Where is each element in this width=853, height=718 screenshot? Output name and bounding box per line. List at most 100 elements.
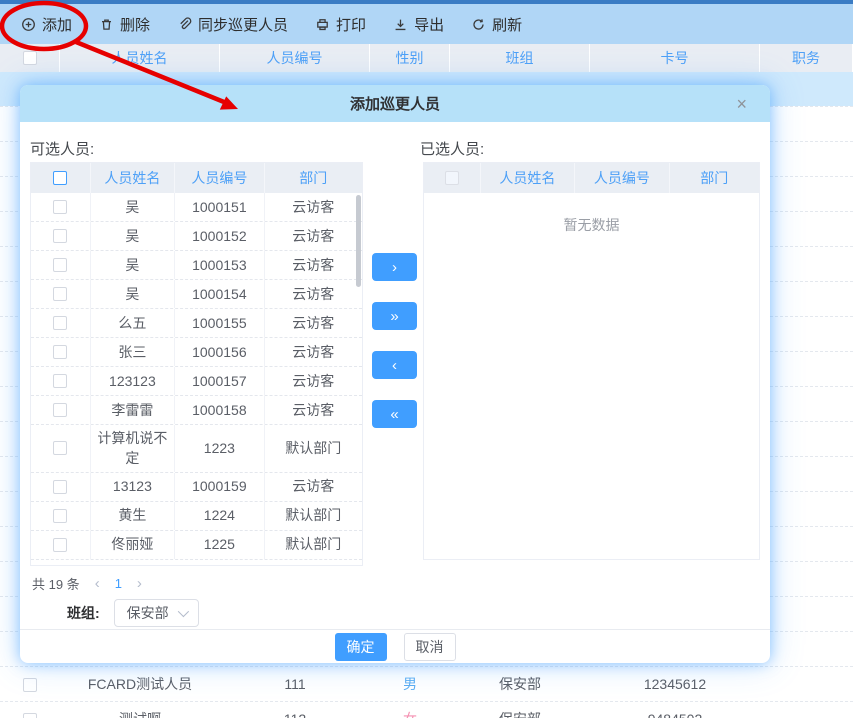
delete-icon [99,17,114,32]
column-header: 部门 [670,163,759,193]
available-personnel-table: 人员姓名人员编号部门 吴1000151云访客吴1000152云访客吴100015… [30,162,363,566]
toolbar-button-print[interactable]: 打印 [315,14,366,35]
move-right-button[interactable]: › [372,253,417,281]
cell-code: 1000158 [175,396,264,424]
main-column-header: 人员编号 [220,44,370,72]
row-checkbox[interactable] [53,441,67,455]
toolbar-button-label: 添加 [42,14,72,35]
toolbar-button-refresh[interactable]: 刷新 [471,14,522,35]
available-row[interactable]: 佟丽娅1225默认部门 [31,531,362,560]
cell-code: 1000152 [175,222,264,250]
cell-dept: 默认部门 [265,531,362,559]
available-personnel-label: 可选人员: [30,138,94,159]
row-checkbox[interactable] [23,678,37,692]
row-checkbox[interactable] [53,538,67,552]
row-checkbox[interactable] [53,403,67,417]
cell-name: 黄生 [91,502,175,530]
toolbar: 添加 删除 同步巡更人员 打印 导出 刷新 [0,4,853,44]
pagination-total: 共 19 条 [32,574,80,593]
next-page-button[interactable]: › [137,575,142,592]
cell-code: 1223 [175,425,264,472]
select-all-checkbox[interactable] [23,51,37,65]
cell-dept: 云访客 [265,309,362,337]
cell-dept: 默认部门 [265,425,362,472]
row-checkbox[interactable] [53,480,67,494]
available-row[interactable]: 吴1000152云访客 [31,222,362,251]
modal-header: 添加巡更人员 × [20,85,770,122]
move-all-right-button[interactable]: » [372,302,417,330]
cell-name: 吴 [91,222,175,250]
confirm-button[interactable]: 确定 [335,633,387,661]
row-checkbox[interactable] [23,713,37,718]
available-row[interactable]: 黄生1224默认部门 [31,502,362,531]
print-icon [315,17,330,32]
available-row[interactable]: 1231231000157云访客 [31,367,362,396]
cell-card: 9484502 [590,711,760,718]
select-all-checkbox-cell [0,44,60,72]
sync-icon [177,17,192,32]
close-icon[interactable]: × [736,95,747,113]
add-icon [21,17,36,32]
cell-dept: 云访客 [265,396,362,424]
move-all-left-button[interactable]: « [372,400,417,428]
toolbar-button-sync[interactable]: 同步巡更人员 [177,14,288,35]
available-row[interactable]: 张三1000156云访客 [31,338,362,367]
cell-team: 保安部 [450,674,590,694]
table-row[interactable]: FCARD测试人员111男保安部12345612 [0,666,853,701]
available-select-all-checkbox[interactable] [53,171,67,185]
row-checkbox[interactable] [53,200,67,214]
row-checkbox[interactable] [53,316,67,330]
available-row[interactable]: 吴1000153云访客 [31,251,362,280]
export-icon [393,17,408,32]
cell-team: 保安部 [450,709,590,718]
current-page[interactable]: 1 [115,576,122,591]
cell-name: 13123 [91,473,175,501]
row-checkbox[interactable] [53,509,67,523]
row-checkbox[interactable] [53,229,67,243]
cell-dept: 云访客 [265,193,362,221]
team-select-value: 保安部 [127,603,169,623]
row-checkbox[interactable] [53,345,67,359]
selected-select-all-checkbox[interactable] [445,171,459,185]
modal-title: 添加巡更人员 [350,93,440,114]
row-checkbox[interactable] [53,258,67,272]
prev-page-button[interactable]: ‹ [95,575,100,592]
cell-code: 1000151 [175,193,264,221]
selected-personnel-table: 人员姓名人员编号部门 暂无数据 [423,162,760,560]
toolbar-button-add[interactable]: 添加 [21,14,72,35]
cell-code: 1225 [175,531,264,559]
column-header: 人员编号 [575,163,669,193]
row-checkbox[interactable] [53,287,67,301]
empty-state-text: 暂无数据 [424,193,759,235]
cell-card: 12345612 [590,676,760,692]
cell-dept: 云访客 [265,251,362,279]
cell-name: 佟丽娅 [91,531,175,559]
available-row[interactable]: 么五1000155云访客 [31,309,362,338]
cell-dept: 云访客 [265,222,362,250]
toolbar-button-label: 同步巡更人员 [198,14,288,35]
cell-code: 1224 [175,502,264,530]
toolbar-button-export[interactable]: 导出 [393,14,444,35]
available-row[interactable]: 李雷雷1000158云访客 [31,396,362,425]
row-checkbox[interactable] [53,374,67,388]
available-row[interactable]: 吴1000151云访客 [31,193,362,222]
cell-dept: 云访客 [265,280,362,308]
move-left-button[interactable]: ‹ [372,351,417,379]
main-table-header: 人员姓名人员编号性别班组卡号职务 [0,44,853,72]
main-column-header: 职务 [760,44,853,72]
transfer-buttons: › » ‹ « [372,253,417,428]
available-row[interactable]: 131231000159云访客 [31,473,362,502]
chevron-down-icon [177,606,188,617]
available-row[interactable]: 计算机说不定1223默认部门 [31,425,362,473]
cell-code: 111 [220,676,370,692]
team-row: 班组: 保安部 [67,599,199,627]
team-select[interactable]: 保安部 [114,599,199,627]
cancel-button[interactable]: 取消 [404,633,456,661]
cell-code: 1000155 [175,309,264,337]
scrollbar-thumb[interactable] [356,195,361,287]
toolbar-button-label: 导出 [414,14,444,35]
selected-personnel-label: 已选人员: [420,138,484,159]
toolbar-button-delete[interactable]: 删除 [99,14,150,35]
available-row[interactable]: 吴1000154云访客 [31,280,362,309]
table-row[interactable]: 测试啊112女保安部9484502 [0,701,853,718]
